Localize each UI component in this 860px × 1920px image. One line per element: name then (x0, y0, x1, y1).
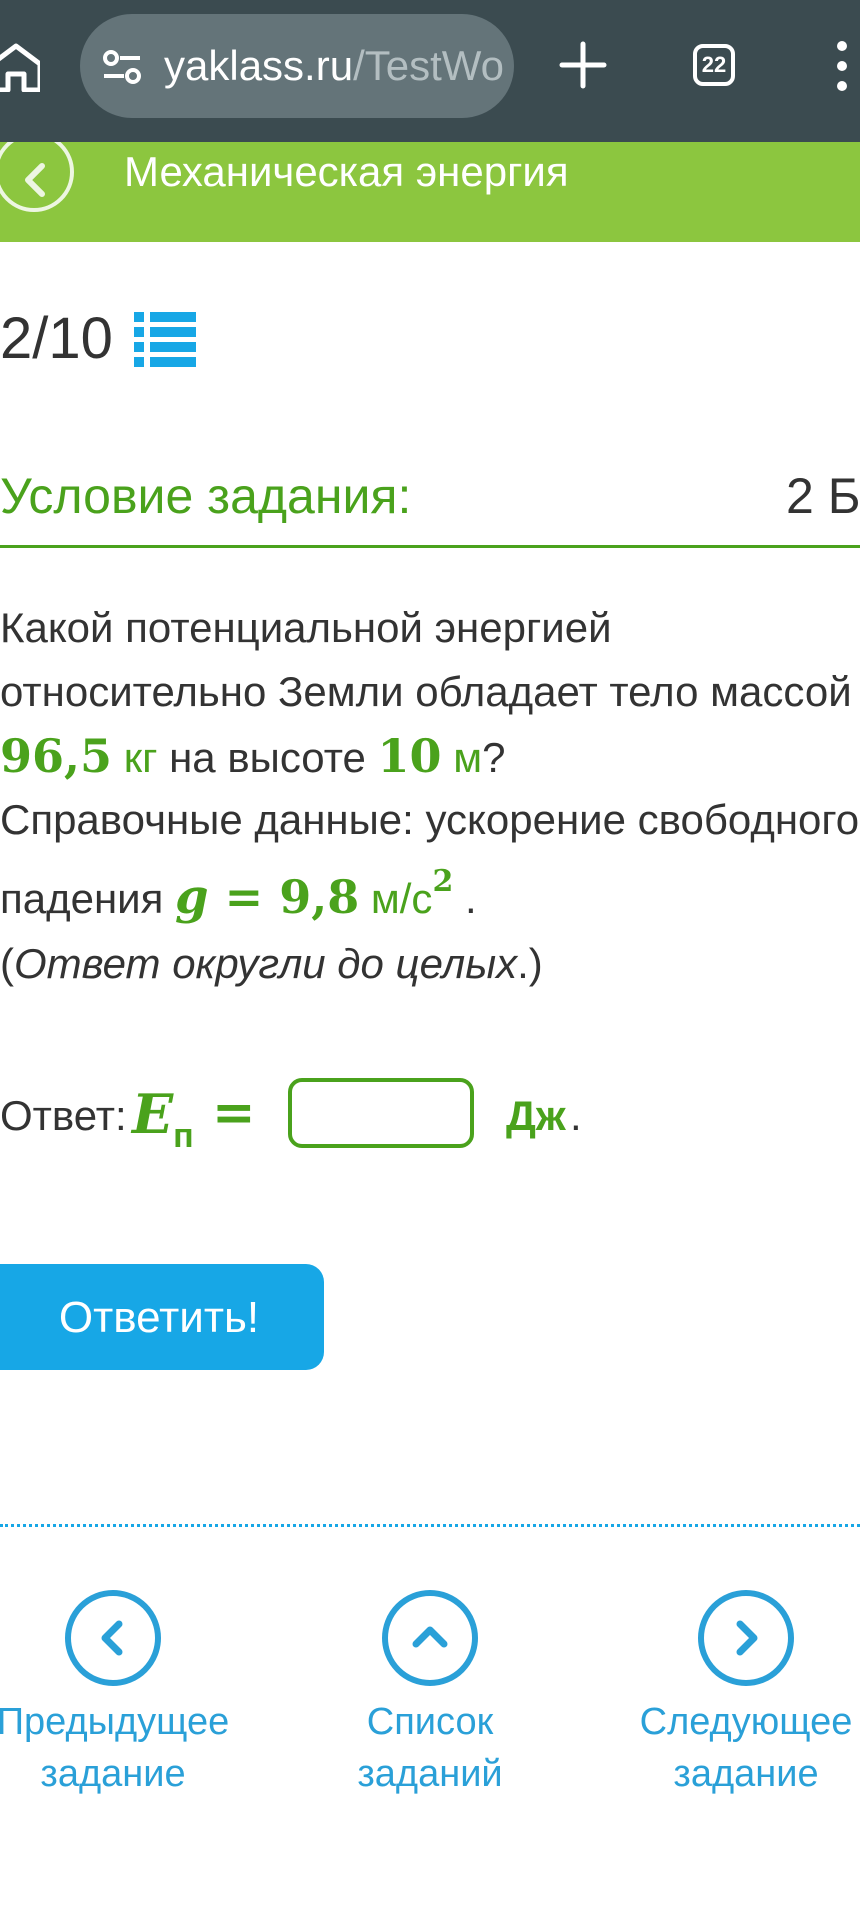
task-text: Какой потенциальной энергией относительн… (0, 596, 860, 996)
url-text: yaklass.ru/TestWo (164, 40, 504, 92)
address-bar[interactable]: yaklass.ru/TestWo (80, 14, 514, 118)
back-icon[interactable] (0, 142, 74, 212)
task-progress: 2/10 (0, 306, 113, 371)
note-text: Ответ округли до целых (14, 940, 518, 987)
note-close: .) (517, 940, 543, 987)
topic-header: Механическая энергия (0, 142, 860, 242)
submit-button[interactable]: Ответить! (0, 1264, 324, 1370)
task-text-fragment: на высоте (157, 734, 378, 781)
task-line: падения g = 9,8 м/с2 . (0, 852, 860, 932)
url-domain: yaklass.ru (164, 42, 354, 89)
task-text-fragment: падения (0, 875, 176, 922)
answer-period: . (570, 1092, 582, 1139)
answer-row: Ответ: Eп = Дж . (0, 1078, 860, 1155)
note-open: ( (0, 940, 14, 987)
answer-equals: = (212, 1082, 256, 1143)
task-list-label-2: заданий (357, 1753, 503, 1795)
next-task-button[interactable]: Следующее задание (626, 1590, 860, 1800)
task-line: Какой потенциальной энергией (0, 604, 612, 651)
task-list-label-1: Список (366, 1701, 494, 1743)
answer-variable: Eп (132, 1082, 194, 1155)
prev-task-button[interactable]: Предыдущее задание (0, 1590, 233, 1800)
condition-title: Условие задания: (0, 468, 412, 524)
task-line: Справочные данные: ускорение свободного (0, 796, 860, 843)
divider (0, 545, 860, 548)
answer-unit: Дж (506, 1092, 566, 1139)
url-path: /TestWo (353, 42, 504, 89)
height-unit: м (453, 734, 483, 781)
g-value: 9,8 (279, 870, 360, 924)
prev-task-label-1: Предыдущее (0, 1701, 230, 1743)
plus-icon[interactable] (558, 40, 608, 90)
g-symbol: g (175, 869, 209, 925)
next-task-label-2: задание (673, 1753, 819, 1795)
list-icon[interactable] (134, 312, 196, 373)
answer-label: Ответ: (0, 1092, 127, 1139)
g-power: 2 (432, 864, 454, 899)
mass-unit: кг (123, 734, 158, 781)
tune-icon[interactable] (102, 50, 142, 89)
points-badge: 2 Б. (786, 468, 860, 524)
home-icon[interactable] (0, 42, 43, 93)
task-note: (Ответ округли до целых.) (0, 932, 860, 996)
period: . (464, 875, 477, 922)
task-line: 96,5 кг на высоте 10 м? (0, 724, 860, 788)
more-vert-icon[interactable] (832, 40, 852, 92)
chevron-up-icon[interactable] (382, 1590, 478, 1686)
dotted-divider (0, 1524, 860, 1527)
energy-symbol: E (132, 1082, 174, 1146)
topic-title: Механическая энергия (124, 148, 569, 195)
task-list-button[interactable]: Список заданий (310, 1590, 550, 1800)
equals-sign: = (208, 870, 280, 924)
height-value: 10 (377, 729, 442, 783)
next-task-label-1: Следующее (639, 1701, 853, 1743)
question-mark: ? (482, 734, 506, 781)
mass-value: 96,5 (0, 729, 113, 783)
g-unit: м/с (370, 875, 433, 922)
browser-toolbar: yaklass.ru/TestWo 22 (0, 0, 860, 142)
chevron-left-icon[interactable] (65, 1590, 161, 1686)
prev-task-label-2: задание (40, 1753, 186, 1795)
chevron-right-icon[interactable] (698, 1590, 794, 1686)
energy-subscript: п (173, 1117, 194, 1155)
tabs-icon[interactable]: 22 (693, 44, 735, 86)
answer-input[interactable] (288, 1078, 474, 1148)
task-line: относительно Земли обладает тело массой (0, 668, 852, 715)
